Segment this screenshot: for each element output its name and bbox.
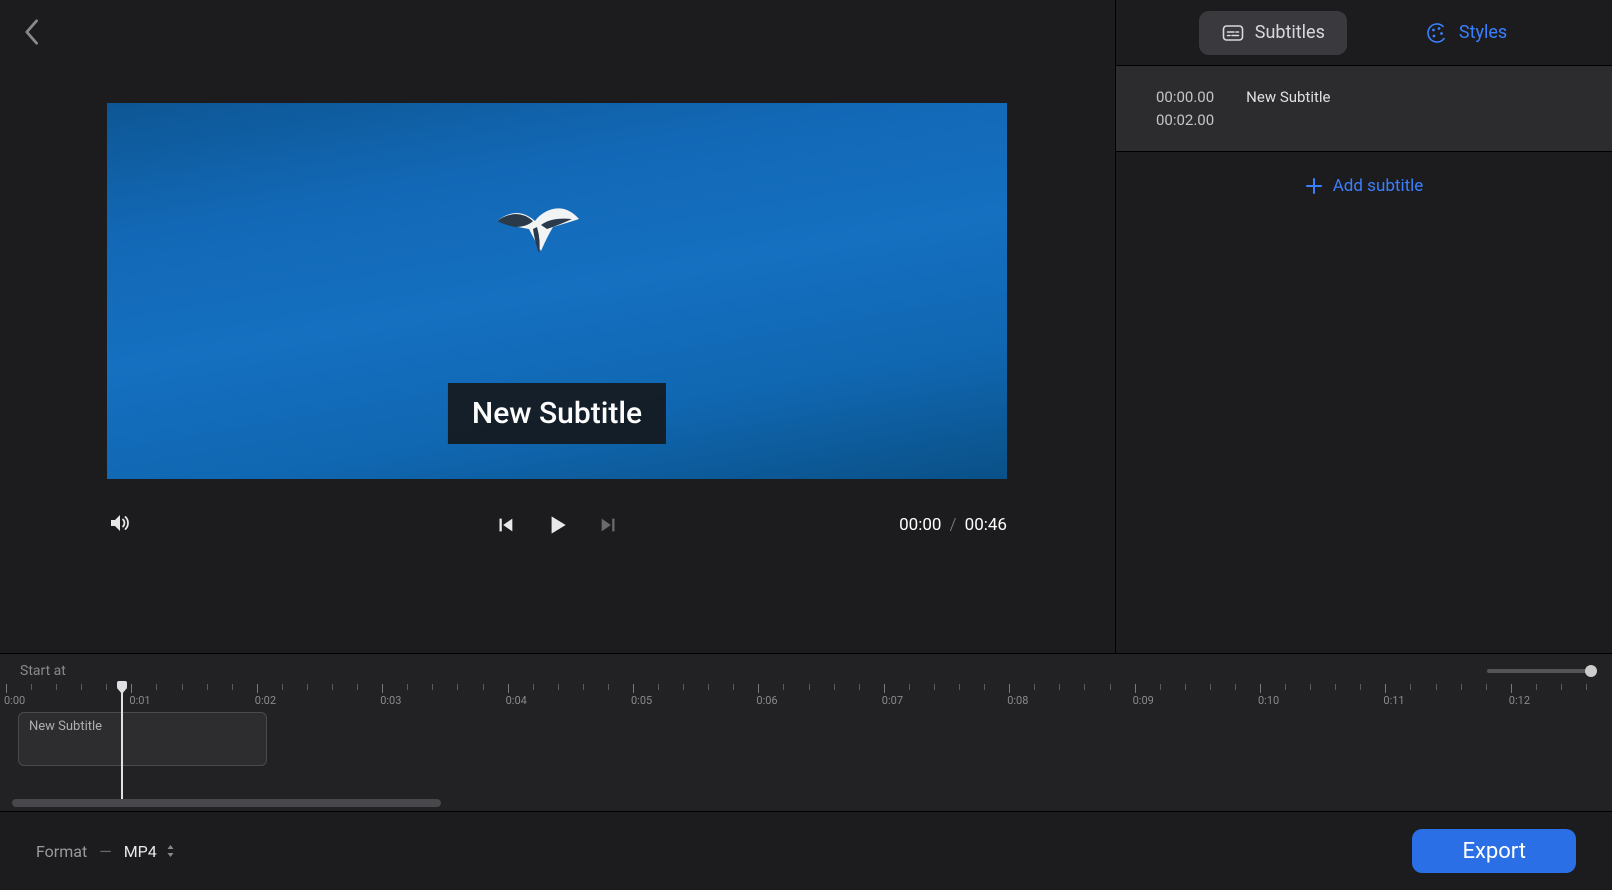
ruler-tick-label: 0:09 — [1133, 694, 1154, 707]
clip-label: New Subtitle — [29, 719, 102, 734]
subtitle-clip[interactable]: New Subtitle — [18, 712, 267, 766]
tab-styles-label: Styles — [1459, 22, 1507, 43]
tab-subtitles-label: Subtitles — [1255, 22, 1325, 43]
video-preview[interactable]: New Subtitle — [107, 103, 1007, 479]
timeline: Start at 0:000:010:020:030:040:050:060:0… — [0, 653, 1612, 811]
time-display: 00:00 / 00:46 — [899, 515, 1007, 535]
ruler-tick-label: 0:03 — [380, 694, 401, 707]
volume-button[interactable] — [107, 511, 131, 539]
subtitle-end-time: 00:02.00 — [1156, 111, 1214, 129]
subtitle-track[interactable]: New Subtitle — [0, 712, 1612, 770]
tab-subtitles[interactable]: Subtitles — [1199, 11, 1347, 55]
add-subtitle-button[interactable]: Add subtitle — [1116, 152, 1612, 220]
chevron-left-icon — [22, 18, 40, 46]
playhead[interactable] — [121, 684, 123, 799]
ruler-tick-label: 0:06 — [756, 694, 777, 707]
ruler-tick-label: 0:11 — [1383, 694, 1404, 707]
play-icon — [544, 512, 570, 538]
next-button[interactable] — [598, 514, 620, 536]
ruler-tick-label: 0:01 — [129, 694, 150, 707]
ruler-tick-label: 0:07 — [882, 694, 903, 707]
subtitle-overlay[interactable]: New Subtitle — [448, 383, 666, 444]
play-button[interactable] — [544, 512, 570, 538]
subtitle-list-item[interactable]: 00:00.00 00:02.00 New Subtitle — [1116, 66, 1612, 152]
side-panel: Subtitles Styles 00:00.00 00:02.00 New S… — [1115, 0, 1612, 653]
total-time: 00:46 — [965, 515, 1007, 535]
current-time: 00:00 — [899, 515, 941, 535]
subtitles-icon — [1221, 21, 1245, 45]
ruler-tick-label: 0:05 — [631, 694, 652, 707]
export-button[interactable]: Export — [1412, 829, 1576, 873]
subtitle-times: 00:00.00 00:02.00 — [1156, 88, 1214, 129]
ruler-tick-label: 0:08 — [1007, 694, 1028, 707]
format-select[interactable]: MP4 — [124, 842, 176, 861]
format-label: Format — [36, 842, 87, 861]
skip-next-icon — [598, 514, 620, 536]
zoom-slider-knob[interactable] — [1585, 665, 1597, 677]
palette-icon — [1425, 21, 1449, 45]
skip-previous-icon — [494, 514, 516, 536]
subtitle-start-time: 00:00.00 — [1156, 88, 1214, 106]
plus-icon — [1305, 177, 1323, 195]
timeline-ruler[interactable]: 0:00 0:01 0:02 0:03 0:04 0:05 0:06 0:07 0:08 0:09… — [0, 684, 1612, 710]
volume-icon — [107, 511, 131, 535]
export-label: Export — [1462, 839, 1526, 864]
format-group: Format — MP4 — [36, 842, 176, 861]
preview-pane: New Subtitle — [0, 0, 1115, 653]
start-at-label: Start at — [20, 663, 66, 679]
ruler-tick-label: 0:02 — [255, 694, 276, 707]
ruler-tick-label: 0:04 — [506, 694, 527, 707]
add-subtitle-label: Add subtitle — [1333, 176, 1424, 196]
footer: Format — MP4 Export — [0, 811, 1612, 890]
time-separator: / — [950, 515, 957, 535]
ruler-tick-label: 0:10 — [1258, 694, 1279, 707]
tab-styles[interactable]: Styles — [1403, 11, 1529, 55]
zoom-slider[interactable] — [1487, 669, 1592, 673]
format-dash: — — [99, 842, 112, 861]
video-frame-content — [487, 193, 587, 273]
ruler-tick-label: 0:00 — [4, 694, 25, 707]
ruler-tick-label: 0:12 — [1509, 694, 1530, 707]
stepper-icon — [165, 843, 176, 859]
previous-button[interactable] — [494, 514, 516, 536]
timeline-scrollbar[interactable] — [12, 799, 1600, 807]
format-value: MP4 — [124, 842, 157, 861]
timeline-scrollbar-thumb[interactable] — [12, 799, 441, 807]
tab-bar: Subtitles Styles — [1116, 0, 1612, 66]
subtitle-text: New Subtitle — [1246, 88, 1330, 129]
back-button[interactable] — [22, 18, 40, 50]
player-controls: 00:00 / 00:46 — [107, 510, 1007, 540]
